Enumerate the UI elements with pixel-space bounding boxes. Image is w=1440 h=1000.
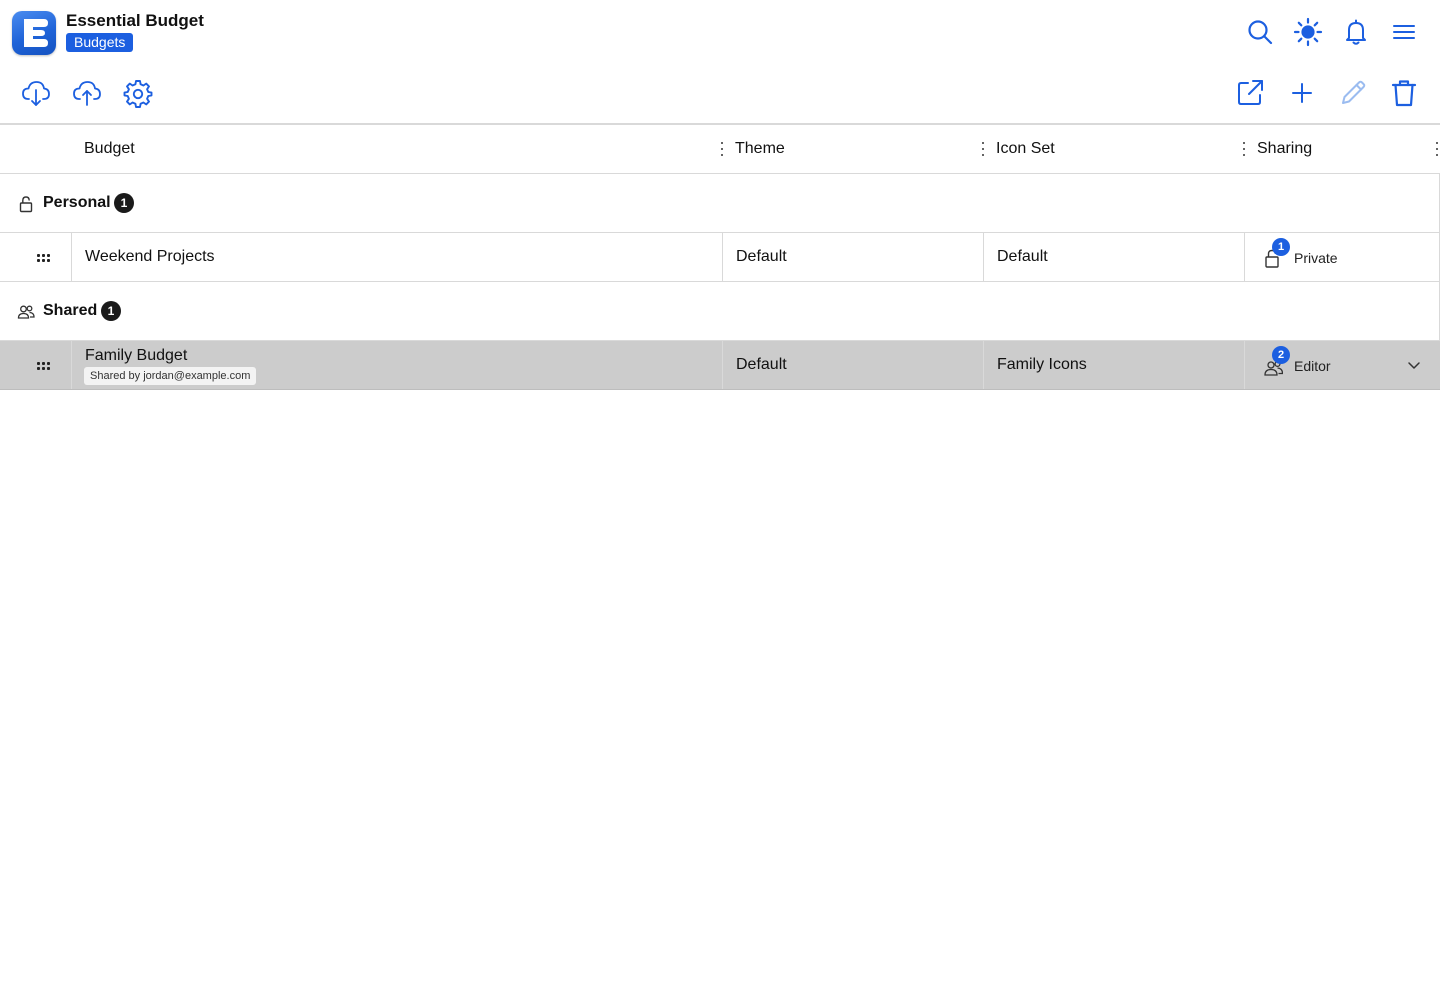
group-row-shared[interactable]: Shared 1 — [0, 282, 1440, 341]
column-resize-handle[interactable] — [720, 142, 724, 156]
sharing-count-badge: 2 — [1272, 346, 1290, 364]
notifications-bell-icon[interactable] — [1340, 16, 1372, 48]
add-plus-icon[interactable] — [1285, 76, 1319, 110]
sharing-role-label: Editor — [1294, 358, 1331, 374]
cell-icon-set: Family Icons — [983, 341, 1244, 389]
group-row-personal[interactable]: Personal 1 — [0, 174, 1440, 233]
edit-pencil-icon[interactable] — [1336, 76, 1370, 110]
drag-handle-icon[interactable] — [37, 254, 53, 262]
cell-sharing[interactable]: 2 Editor — [1244, 341, 1440, 389]
app-header: Essential Budget Budgets — [0, 0, 1440, 64]
cell-theme: Default — [722, 233, 983, 281]
delete-trash-icon[interactable] — [1387, 76, 1421, 110]
cell-theme: Default — [722, 341, 983, 389]
cell-budget: Weekend Projects — [71, 233, 722, 281]
cloud-upload-icon[interactable] — [70, 76, 104, 110]
search-icon[interactable] — [1244, 16, 1276, 48]
users-icon — [17, 305, 35, 319]
open-external-icon[interactable] — [1233, 76, 1267, 110]
table-row-selected[interactable]: Family Budget Shared by jordan@example.c… — [0, 341, 1440, 390]
theme-sun-icon[interactable] — [1292, 16, 1324, 48]
sharing-label: Private — [1294, 250, 1338, 266]
app-title: Essential Budget — [66, 11, 204, 30]
sharing-count-badge: 1 — [1272, 238, 1290, 256]
theme-value: Default — [736, 356, 787, 373]
page-badge: Budgets — [66, 33, 134, 52]
toolbar — [0, 68, 1440, 116]
budget-name: Family Budget — [85, 347, 188, 364]
table-row[interactable]: Weekend Projects Default Default 1 Priva… — [0, 233, 1440, 282]
column-header-sharing[interactable]: Sharing — [1257, 125, 1312, 173]
column-header-theme[interactable]: Theme — [735, 125, 785, 173]
icon-set-value: Family Icons — [997, 356, 1087, 373]
theme-value: Default — [736, 248, 787, 265]
budget-name: Weekend Projects — [85, 248, 215, 265]
column-resize-handle[interactable] — [1242, 142, 1246, 156]
table-header: Budget Theme Icon Set Sharing — [0, 125, 1440, 174]
group-label: Personal — [43, 194, 111, 211]
group-count-badge: 1 — [101, 301, 121, 321]
shared-by-badge: Shared by jordan@example.com — [84, 367, 257, 385]
column-header-budget[interactable]: Budget — [84, 125, 135, 173]
chevron-down-icon[interactable] — [1406, 357, 1422, 373]
drag-handle-icon[interactable] — [37, 362, 53, 370]
column-resize-handle[interactable] — [981, 142, 985, 156]
menu-icon[interactable] — [1388, 16, 1420, 48]
lock-icon — [19, 196, 33, 213]
column-resize-handle[interactable] — [1435, 142, 1439, 156]
cloud-download-icon[interactable] — [19, 76, 53, 110]
cell-sharing: 1 Private — [1244, 233, 1440, 281]
settings-gear-icon[interactable] — [121, 76, 155, 110]
budgets-table: Budget Theme Icon Set Sharing Personal 1… — [0, 123, 1440, 390]
column-header-icon-set[interactable]: Icon Set — [996, 125, 1055, 173]
cell-icon-set: Default — [983, 233, 1244, 281]
icon-set-value: Default — [997, 248, 1048, 265]
group-label: Shared — [43, 302, 98, 319]
logo-e-icon — [24, 19, 48, 47]
app-logo — [12, 11, 56, 55]
group-count-badge: 1 — [114, 193, 134, 213]
